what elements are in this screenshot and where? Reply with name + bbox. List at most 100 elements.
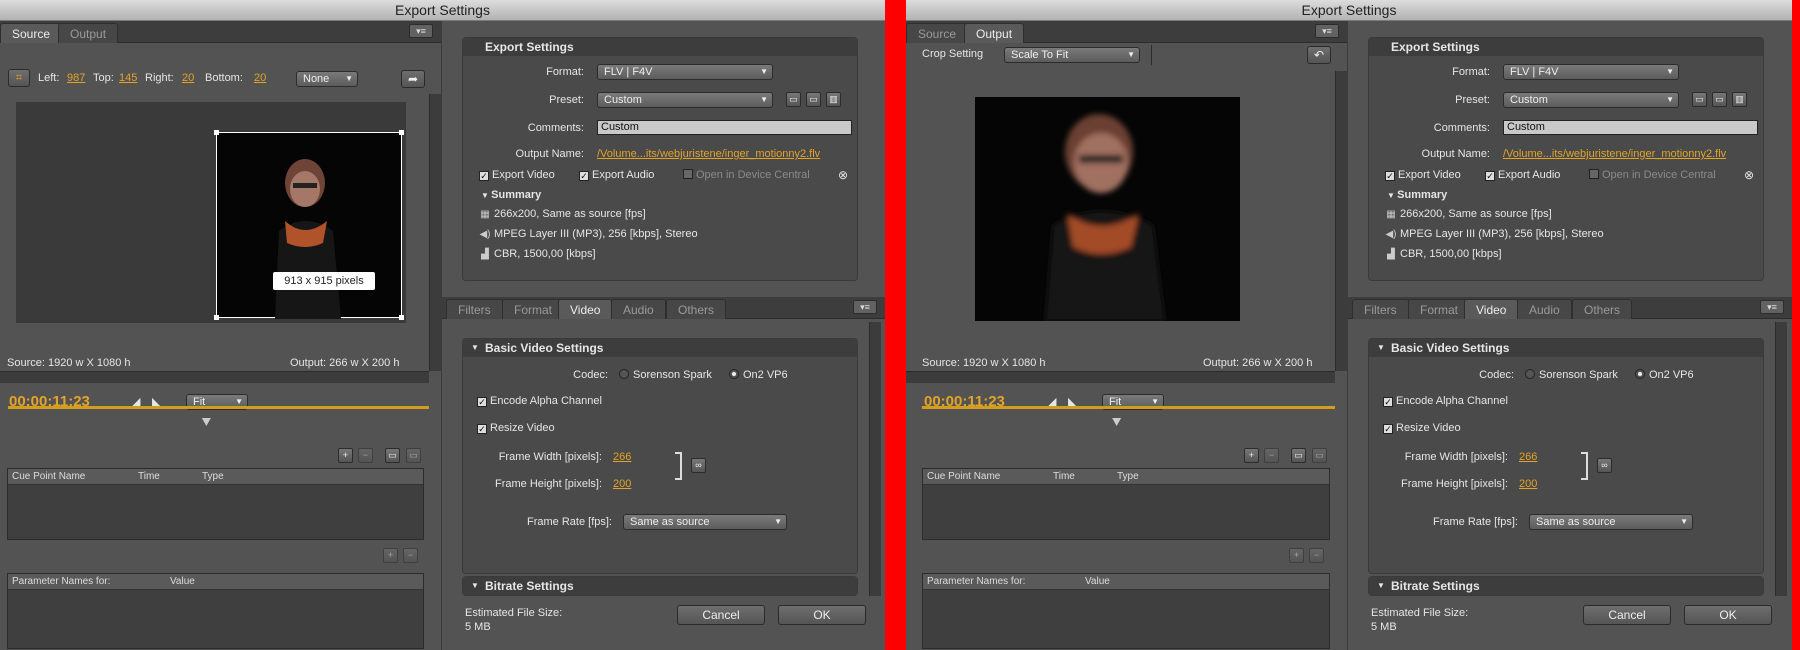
crop-handle[interactable] — [214, 315, 219, 320]
format-select[interactable]: FLV | F4V ▼ — [597, 64, 773, 80]
tab-filters[interactable]: Filters — [446, 299, 503, 319]
basic-video-header[interactable]: ▼ Basic Video Settings — [1369, 339, 1763, 357]
crop-ratio-select[interactable]: None ▼ — [296, 71, 358, 87]
tab-others[interactable]: Others — [666, 299, 727, 319]
preset-select[interactable]: Custom ▼ — [597, 92, 773, 108]
device-central-checkbox[interactable]: Open in Device Central — [683, 169, 810, 181]
tab-output[interactable]: Output — [964, 23, 1025, 43]
tab-source[interactable]: Source — [0, 23, 63, 43]
panel-menu-icon[interactable]: ▾≡ — [853, 300, 877, 314]
resize-video-checkbox[interactable]: ✓ Resize Video — [1383, 422, 1461, 434]
collapse-icon[interactable]: ⊗ — [1744, 168, 1754, 182]
encode-alpha-checkbox[interactable]: ✓ Encode Alpha Channel — [477, 395, 602, 407]
codec-option-vp6[interactable]: On2 VP6 — [729, 369, 788, 381]
timeline-bar[interactable] — [922, 406, 1335, 409]
crop-handle[interactable] — [399, 130, 404, 135]
tab-audio[interactable]: Audio — [1517, 299, 1572, 319]
frame-rate-select[interactable]: Same as source ▼ — [623, 514, 787, 530]
frame-height-value[interactable]: 200 — [613, 478, 631, 490]
ok-button[interactable]: OK — [1684, 605, 1772, 625]
tab-filters[interactable]: Filters — [1352, 299, 1409, 319]
constrain-proportions-icon[interactable]: ∞ — [1597, 458, 1612, 473]
crop-setting-select[interactable]: Scale To Fit ▼ — [1004, 47, 1140, 63]
crop-handle[interactable] — [214, 130, 219, 135]
open-folder-icon[interactable]: ▭ — [1291, 448, 1306, 463]
tab-source[interactable]: Source — [906, 23, 969, 43]
settings-vscroll[interactable] — [869, 322, 881, 596]
frame-width-value[interactable]: 266 — [613, 451, 631, 463]
encode-alpha-checkbox[interactable]: ✓ Encode Alpha Channel — [1383, 395, 1508, 407]
codec-option-spark[interactable]: Sorenson Spark — [1525, 369, 1618, 381]
import-preset-icon[interactable]: ▭ — [806, 92, 821, 107]
export-audio-checkbox[interactable]: ✓ Export Audio — [579, 169, 654, 181]
bitrate-header[interactable]: ▼ Bitrate Settings — [1369, 577, 1763, 595]
output-name-link[interactable]: /Volume...its/webjuristene/inger_motionn… — [1503, 148, 1761, 160]
tab-format[interactable]: Format — [1408, 299, 1471, 319]
frame-width-value[interactable]: 266 — [1519, 451, 1537, 463]
crop-box[interactable]: 913 x 915 pixels — [214, 130, 404, 320]
crop-handle[interactable] — [399, 315, 404, 320]
comments-field[interactable]: Custom — [1503, 120, 1758, 135]
add-param-icon[interactable]: + — [383, 548, 398, 563]
crop-left-value[interactable]: 987 — [67, 72, 85, 84]
preview-hscroll[interactable] — [0, 371, 429, 383]
ok-button[interactable]: OK — [778, 605, 866, 625]
preview-vscroll[interactable] — [1335, 71, 1347, 371]
remove-cue-point-icon[interactable]: − — [358, 448, 373, 463]
codec-option-spark[interactable]: Sorenson Spark — [619, 369, 712, 381]
format-select[interactable]: FLV | F4V ▼ — [1503, 64, 1679, 80]
tab-output[interactable]: Output — [58, 23, 119, 43]
panel-menu-icon[interactable]: ▾≡ — [409, 24, 433, 38]
add-cue-point-icon[interactable]: + — [338, 448, 353, 463]
constrain-proportions-icon[interactable]: ∞ — [691, 458, 706, 473]
device-central-checkbox[interactable]: Open in Device Central — [1589, 169, 1716, 181]
preset-select[interactable]: Custom ▼ — [1503, 92, 1679, 108]
tab-others[interactable]: Others — [1572, 299, 1633, 319]
panel-menu-icon[interactable]: ▾≡ — [1760, 300, 1784, 314]
bitrate-header[interactable]: ▼ Bitrate Settings — [463, 577, 857, 595]
panel-menu-icon[interactable]: ▾≡ — [1315, 24, 1339, 38]
remove-cue-point-icon[interactable]: − — [1264, 448, 1279, 463]
add-param-icon[interactable]: + — [1289, 548, 1304, 563]
tab-video[interactable]: Video — [1464, 299, 1519, 319]
codec-option-vp6[interactable]: On2 VP6 — [1635, 369, 1694, 381]
swap-view-icon[interactable]: ➦ — [401, 70, 425, 88]
collapse-icon[interactable]: ⊗ — [838, 168, 848, 182]
timeline-bar[interactable] — [8, 406, 429, 409]
save-preset-icon[interactable]: ▭ — [1692, 92, 1707, 107]
import-preset-icon[interactable]: ▭ — [1712, 92, 1727, 107]
tab-audio[interactable]: Audio — [611, 299, 666, 319]
preview-hscroll[interactable] — [906, 371, 1335, 383]
remove-param-icon[interactable]: − — [1309, 548, 1324, 563]
crop-tool-icon[interactable]: ⌗ — [8, 69, 30, 87]
basic-video-header[interactable]: ▼ Basic Video Settings — [463, 339, 857, 357]
save-cue-icon[interactable]: ▭ — [406, 448, 421, 463]
output-name-link[interactable]: /Volume...its/webjuristene/inger_motionn… — [597, 148, 855, 160]
crop-right-value[interactable]: 20 — [182, 72, 194, 84]
settings-vscroll[interactable] — [1775, 322, 1787, 596]
crop-bottom-value[interactable]: 20 — [254, 72, 266, 84]
save-preset-icon[interactable]: ▭ — [786, 92, 801, 107]
tab-format[interactable]: Format — [502, 299, 565, 319]
resize-video-checkbox[interactable]: ✓ Resize Video — [477, 422, 555, 434]
delete-preset-icon[interactable]: ▥ — [826, 92, 841, 107]
frame-rate-select[interactable]: Same as source ▼ — [1529, 514, 1693, 530]
summary-toggle[interactable]: ▼ Summary — [481, 189, 541, 201]
export-video-checkbox[interactable]: ✓ Export Video — [1385, 169, 1461, 181]
cancel-button[interactable]: Cancel — [677, 605, 765, 625]
export-audio-checkbox[interactable]: ✓ Export Audio — [1485, 169, 1560, 181]
cancel-button[interactable]: Cancel — [1583, 605, 1671, 625]
comments-field[interactable]: Custom — [597, 120, 852, 135]
playhead[interactable] — [1112, 418, 1122, 426]
save-cue-icon[interactable]: ▭ — [1312, 448, 1327, 463]
tab-video[interactable]: Video — [558, 299, 613, 319]
delete-preset-icon[interactable]: ▥ — [1732, 92, 1747, 107]
export-video-checkbox[interactable]: ✓ Export Video — [479, 169, 555, 181]
open-folder-icon[interactable]: ▭ — [385, 448, 400, 463]
preview-vscroll[interactable] — [429, 94, 441, 371]
playhead[interactable] — [201, 418, 211, 426]
undo-crop-icon[interactable]: ↶ — [1307, 46, 1331, 64]
frame-height-value[interactable]: 200 — [1519, 478, 1537, 490]
summary-toggle[interactable]: ▼ Summary — [1387, 189, 1447, 201]
crop-top-value[interactable]: 145 — [119, 72, 137, 84]
